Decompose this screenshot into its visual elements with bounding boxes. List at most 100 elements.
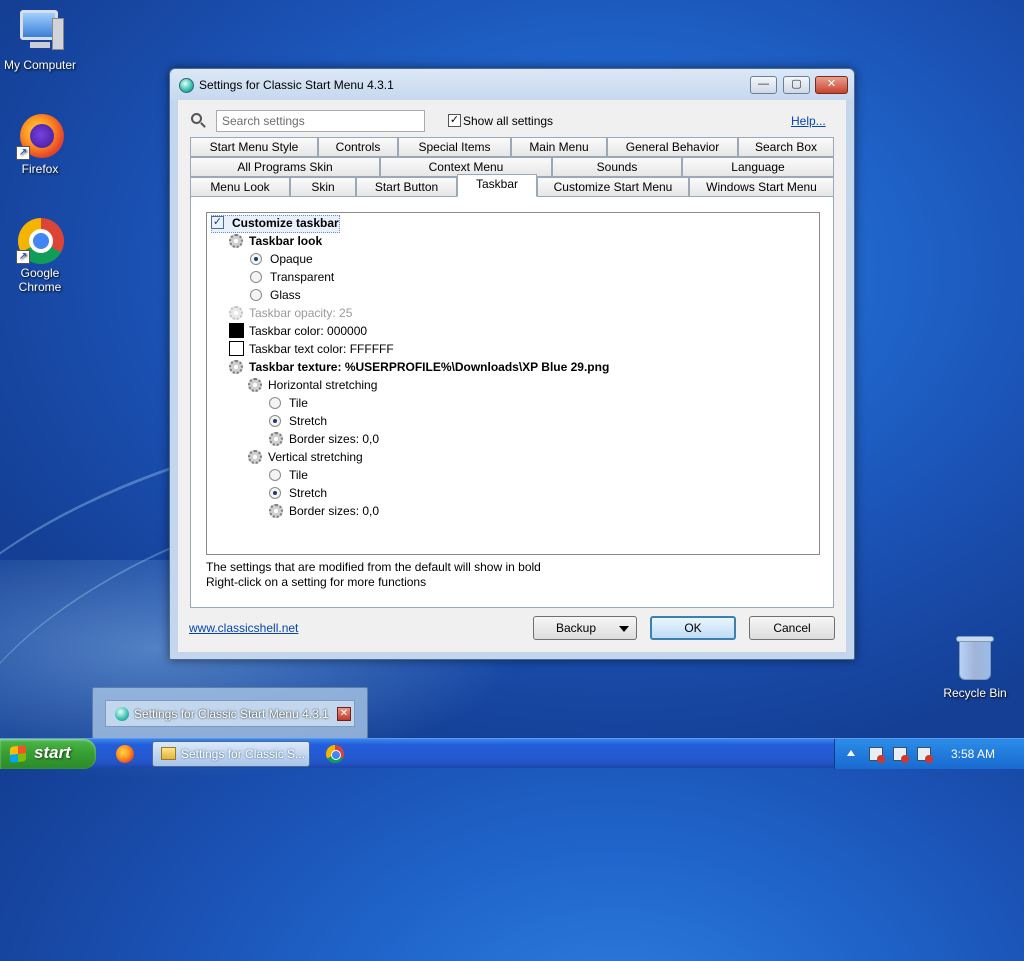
thumbnail-close-button[interactable]: ✕: [337, 707, 351, 721]
info-text-right-click-hint: Right-click on a setting for more functi…: [206, 575, 427, 589]
settings-tree[interactable]: ✓ Customize taskbar Taskbar look Opaque …: [206, 212, 820, 555]
help-link[interactable]: Help...: [791, 114, 826, 128]
tab-taskbar[interactable]: Taskbar: [457, 174, 537, 197]
tree-item-label: Tile: [289, 468, 308, 482]
tree-item-label: Transparent: [270, 270, 335, 284]
chrome-icon: ↗: [16, 216, 64, 264]
gear-icon: [229, 360, 243, 374]
tab-search-box[interactable]: Search Box: [738, 137, 834, 157]
firefox-icon: ↗: [16, 112, 64, 160]
tree-item-label: Taskbar texture: %USERPROFILE%\Downloads…: [249, 360, 610, 374]
minimize-button[interactable]: —: [750, 76, 777, 94]
ok-button[interactable]: OK: [650, 616, 736, 640]
tab-main-menu[interactable]: Main Menu: [511, 137, 607, 157]
tree-item-label: Stretch: [289, 414, 328, 428]
show-all-settings-checkbox[interactable]: ✓: [448, 114, 461, 127]
color-swatch: [229, 323, 244, 338]
classicshell-website-link[interactable]: www.classicshell.net: [189, 621, 298, 635]
gear-icon: [229, 234, 243, 248]
desktop-icon-recycle-bin[interactable]: Recycle Bin: [935, 636, 1015, 700]
radio-icon: [269, 469, 281, 481]
tree-item-label: Opaque: [270, 252, 313, 266]
taskbar-task-settings[interactable]: Settings for Classic S...: [152, 741, 310, 767]
gear-icon: [229, 306, 243, 320]
tree-item-label: Taskbar look: [249, 234, 323, 248]
chrome-taskbar-icon[interactable]: [326, 745, 344, 763]
volume-icon[interactable]: [917, 747, 933, 763]
folder-icon: [161, 747, 176, 760]
window-title: Settings for Classic Start Menu 4.3.1: [199, 78, 394, 92]
tab-language[interactable]: Language: [682, 157, 834, 177]
network-icon[interactable]: [893, 747, 909, 763]
classic-shell-icon: [115, 707, 129, 721]
window-titlebar[interactable]: Settings for Classic Start Menu 4.3.1 — …: [170, 69, 854, 101]
start-button[interactable]: start: [0, 739, 96, 769]
shortcut-arrow-icon: ↗: [16, 146, 30, 160]
tab-general-behavior[interactable]: General Behavior: [607, 137, 738, 157]
clock[interactable]: 3:58 AM: [951, 747, 995, 761]
tab-start-button[interactable]: Start Button: [356, 177, 457, 197]
customize-taskbar-checkbox[interactable]: ✓: [211, 216, 224, 229]
show-hidden-icons-icon[interactable]: [847, 750, 855, 756]
taskbar-thumbnail-preview[interactable]: Settings for Classic Start Menu 4.3.1 ✕: [92, 687, 368, 739]
tab-customize-start-menu[interactable]: Customize Start Menu: [537, 177, 689, 197]
tab-special-items[interactable]: Special Items: [398, 137, 511, 157]
firefox-taskbar-icon[interactable]: [116, 745, 134, 763]
computer-icon: [16, 8, 64, 56]
tab-windows-start-menu[interactable]: Windows Start Menu: [689, 177, 834, 197]
settings-window: Settings for Classic Start Menu 4.3.1 — …: [169, 68, 855, 660]
tab-start-menu-style[interactable]: Start Menu Style: [190, 137, 318, 157]
radio-selected-icon: [250, 253, 262, 265]
cancel-button[interactable]: Cancel: [749, 616, 835, 640]
backup-button-label: Backup: [556, 621, 597, 635]
search-row: ✓ Show all settings Help...: [178, 100, 846, 140]
backup-button[interactable]: Backup: [533, 616, 637, 640]
tab-controls[interactable]: Controls: [318, 137, 398, 157]
radio-icon: [250, 289, 262, 301]
recycle-bin-icon: [951, 636, 999, 684]
desktop-icon-label: Recycle Bin: [943, 686, 1007, 700]
desktop-icon-google-chrome[interactable]: ↗ Google Chrome: [0, 216, 80, 294]
radio-icon: [250, 271, 262, 283]
desktop-icon-my-computer[interactable]: My Computer: [0, 8, 80, 72]
gear-icon: [248, 378, 262, 392]
tab-menu-look[interactable]: Menu Look: [190, 177, 290, 197]
taskbar-task-label: Settings for Classic S...: [181, 747, 306, 761]
desktop-icon-firefox[interactable]: ↗ Firefox: [0, 112, 80, 176]
tab-sounds[interactable]: Sounds: [552, 157, 682, 177]
radio-selected-icon: [269, 487, 281, 499]
tree-item-label: Horizontal stretching: [268, 378, 378, 392]
system-tray: 3:58 AM: [834, 739, 1024, 769]
tree-item-label: Taskbar opacity: 25: [249, 306, 353, 320]
tree-item-label: Border sizes: 0,0: [289, 504, 380, 518]
close-button[interactable]: ✕: [815, 76, 848, 94]
action-center-icon[interactable]: [869, 747, 885, 763]
tree-item-label: Vertical stretching: [268, 450, 363, 464]
desktop-icon-label: My Computer: [3, 58, 77, 72]
dropdown-arrow-icon: [619, 626, 629, 632]
thumbnail-title: Settings for Classic Start Menu 4.3.1: [134, 707, 329, 721]
desktop-icon-label: Google Chrome: [18, 266, 62, 294]
tree-item-label: Taskbar color: 000000: [249, 324, 368, 338]
maximize-button[interactable]: ▢: [783, 76, 810, 94]
tab-skin[interactable]: Skin: [290, 177, 356, 197]
show-all-settings-label: Show all settings: [463, 114, 554, 128]
start-label: start: [34, 743, 71, 762]
tree-item-label: Stretch: [289, 486, 328, 500]
thumbnail-body: Settings for Classic Start Menu 4.3.1 ✕: [105, 700, 355, 727]
radio-icon: [269, 397, 281, 409]
search-input[interactable]: [216, 110, 425, 132]
gear-icon: [269, 432, 283, 446]
gear-icon: [248, 450, 262, 464]
tree-item-label: Glass: [270, 288, 301, 302]
search-icon: [191, 113, 202, 124]
classic-shell-icon: [179, 78, 194, 93]
taskbar: start Settings for Classic S... 3:58 AM: [0, 738, 1024, 769]
gear-icon: [269, 504, 283, 518]
shortcut-arrow-icon: ↗: [16, 250, 30, 264]
desktop-icon-label: Firefox: [21, 162, 59, 176]
tree-item-label: Taskbar text color: FFFFFF: [249, 342, 394, 356]
tab-all-programs-skin[interactable]: All Programs Skin: [190, 157, 380, 177]
tree-item-customize-taskbar[interactable]: ✓ Customize taskbar: [209, 214, 349, 233]
taskbar-tab-panel: ✓ Customize taskbar Taskbar look Opaque …: [190, 196, 834, 608]
